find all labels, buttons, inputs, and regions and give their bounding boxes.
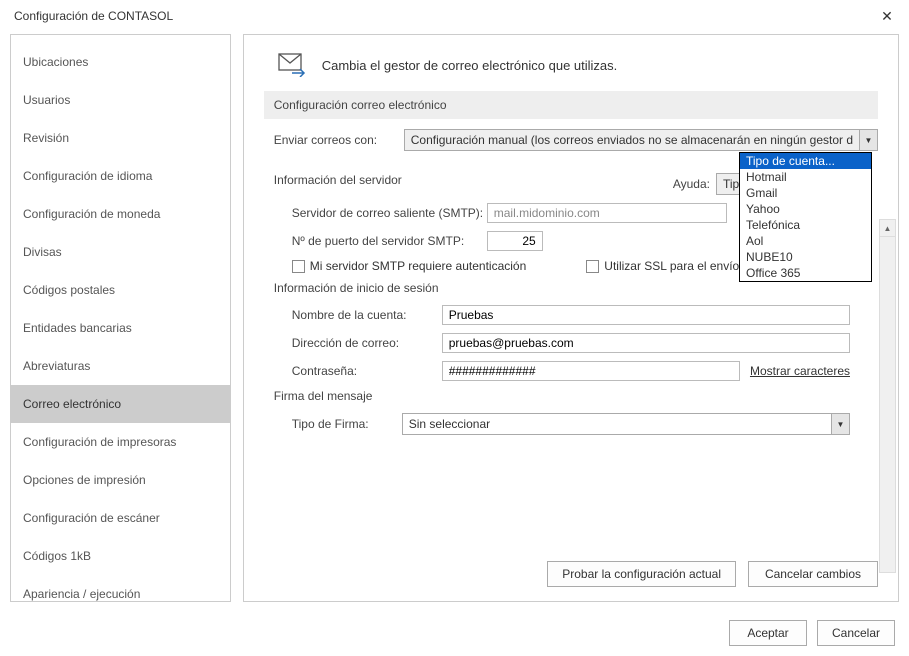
smtp-auth-checkbox[interactable]: Mi servidor SMTP requiere autenticación [292,259,527,273]
signature-type-label: Tipo de Firma: [292,417,402,431]
close-icon[interactable]: ✕ [875,8,899,25]
account-type-option[interactable]: Aol [740,233,871,249]
checkbox-icon [292,260,305,273]
smtp-server-input[interactable] [487,203,727,223]
session-info-heading: Información de inicio de sesión [274,281,878,295]
sidebar-item-c-digos-postales[interactable]: Códigos postales [11,271,230,309]
ok-button[interactable]: Aceptar [729,620,807,646]
sidebar-item-configuraci-n-de-impresoras[interactable]: Configuración de impresoras [11,423,230,461]
account-type-option[interactable]: Yahoo [740,201,871,217]
sidebar-item-abreviaturas[interactable]: Abreviaturas [11,347,230,385]
sidebar-item-divisas[interactable]: Divisas [11,233,230,271]
email-address-input[interactable] [442,333,850,353]
main-panel: Cambia el gestor de correo electrónico q… [243,34,899,602]
cancel-button[interactable]: Cancelar [817,620,895,646]
server-info-heading: Información del servidor [274,173,402,187]
sidebar-item-entidades-bancarias[interactable]: Entidades bancarias [11,309,230,347]
signature-type-value: Sin seleccionar [403,417,831,431]
scroll-up-icon[interactable]: ▲ [880,220,895,237]
use-ssl-label: Utilizar SSL para el envío de [604,259,756,273]
account-type-option[interactable]: Tipo de cuenta... [740,153,871,169]
smtp-port-input[interactable] [487,231,543,251]
section-email-config: Configuración correo electrónico [264,91,878,119]
account-name-label: Nombre de la cuenta: [292,308,442,322]
test-config-button[interactable]: Probar la configuración actual [547,561,736,587]
sidebar-item-ubicaciones[interactable]: Ubicaciones [11,43,230,81]
mail-arrow-icon [278,53,308,77]
password-label: Contraseña: [292,364,442,378]
sidebar-item-configuraci-n-de-esc-ner[interactable]: Configuración de escáner [11,499,230,537]
checkbox-icon [586,260,599,273]
sidebar-item-apariencia-ejecuci-n[interactable]: Apariencia / ejecución [11,575,230,602]
smtp-port-label: Nº de puerto del servidor SMTP: [292,234,487,248]
sidebar-item-usuarios[interactable]: Usuarios [11,81,230,119]
signature-heading: Firma del mensaje [274,389,878,403]
title-bar: Configuración de CONTASOL ✕ [0,0,909,32]
account-type-option[interactable]: NUBE10 [740,249,871,265]
sidebar-item-revisi-n[interactable]: Revisión [11,119,230,157]
panel-header: Cambia el gestor de correo electrónico q… [244,35,898,91]
use-ssl-checkbox[interactable]: Utilizar SSL para el envío de [586,259,756,273]
send-with-label: Enviar correos con: [274,133,404,147]
signature-type-combo[interactable]: Sin seleccionar ▼ [402,413,850,435]
scrollbar-vertical[interactable]: ▲ [879,219,896,573]
sidebar-item-correo-electr-nico[interactable]: Correo electrónico [11,385,230,423]
sidebar-item-opciones-de-impresi-n[interactable]: Opciones de impresión [11,461,230,499]
account-type-option[interactable]: Telefónica [740,217,871,233]
window-title: Configuración de CONTASOL [14,9,173,23]
chevron-down-icon[interactable]: ▼ [859,130,877,150]
account-type-option[interactable]: Gmail [740,185,871,201]
chevron-down-icon[interactable]: ▼ [831,414,849,434]
email-address-label: Dirección de correo: [292,336,442,350]
sidebar-item-configuraci-n-de-moneda[interactable]: Configuración de moneda [11,195,230,233]
form-area: Enviar correos con: Configuración manual… [244,129,898,551]
account-type-option[interactable]: Office 365 [740,265,871,281]
account-type-option[interactable]: Hotmail [740,169,871,185]
sidebar-item-c-digos-1kb[interactable]: Códigos 1kB [11,537,230,575]
smtp-auth-label: Mi servidor SMTP requiere autenticación [310,259,527,273]
password-input[interactable] [442,361,740,381]
help-label: Ayuda: [673,177,710,191]
sidebar-item-configuraci-n-de-idioma[interactable]: Configuración de idioma [11,157,230,195]
send-with-combo[interactable]: Configuración manual (los correos enviad… [404,129,878,151]
account-name-input[interactable] [442,305,850,325]
show-characters-link[interactable]: Mostrar caracteres [750,364,850,378]
panel-header-text: Cambia el gestor de correo electrónico q… [322,58,618,73]
account-type-dropdown[interactable]: Tipo de cuenta...HotmailGmailYahooTelefó… [739,152,872,282]
sidebar: UbicacionesUsuariosRevisiónConfiguración… [10,34,231,602]
send-with-value: Configuración manual (los correos enviad… [405,133,859,147]
smtp-server-label: Servidor de correo saliente (SMTP): [292,206,487,220]
cancel-changes-button[interactable]: Cancelar cambios [748,561,878,587]
